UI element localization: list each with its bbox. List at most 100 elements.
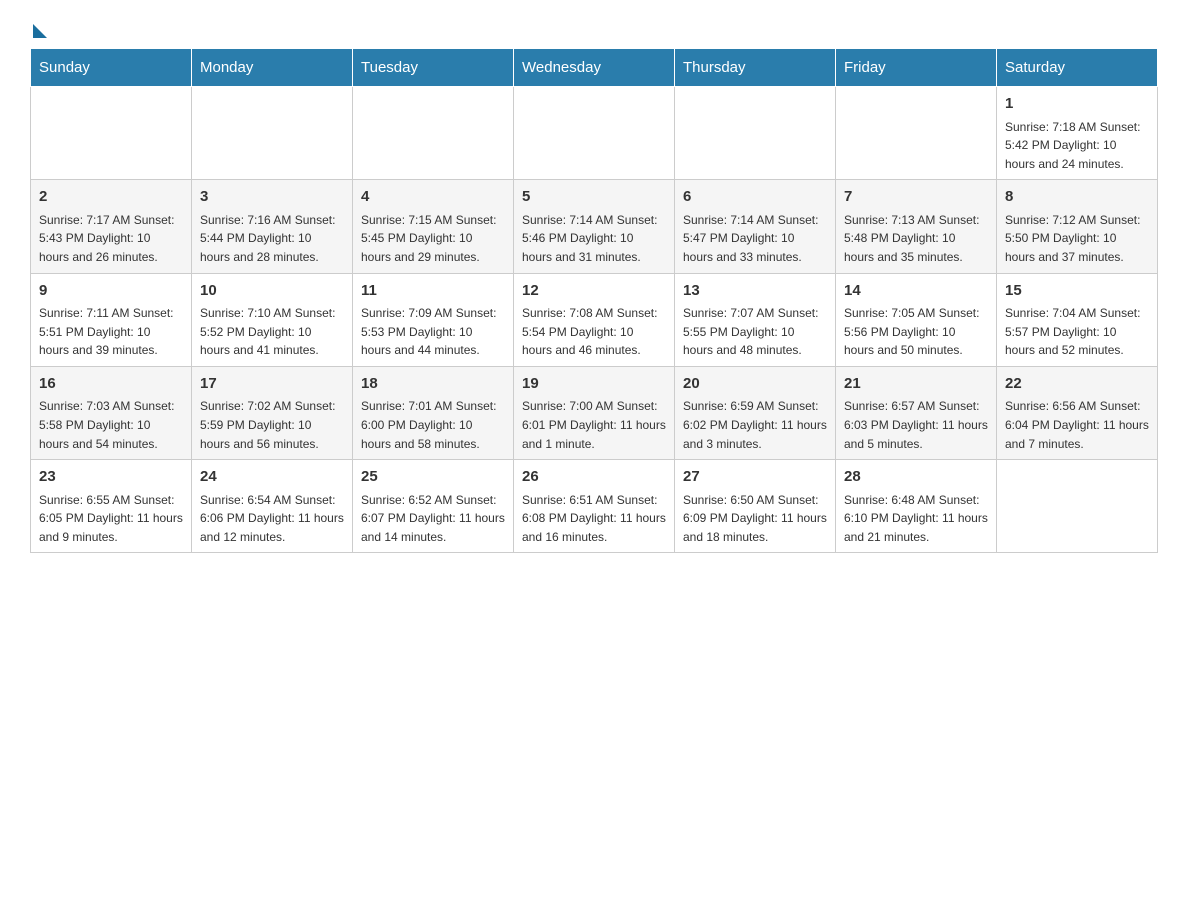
weekday-header-row: SundayMondayTuesdayWednesdayThursdayFrid… <box>31 49 1158 87</box>
day-info: Sunrise: 6:51 AM Sunset: 6:08 PM Dayligh… <box>522 491 666 547</box>
day-number: 3 <box>200 186 344 209</box>
weekday-header-saturday: Saturday <box>997 49 1158 87</box>
calendar-cell: 23Sunrise: 6:55 AM Sunset: 6:05 PM Dayli… <box>31 460 192 553</box>
day-number: 6 <box>683 186 827 209</box>
day-info: Sunrise: 6:48 AM Sunset: 6:10 PM Dayligh… <box>844 491 988 547</box>
logo <box>30 20 47 38</box>
day-info: Sunrise: 6:52 AM Sunset: 6:07 PM Dayligh… <box>361 491 505 547</box>
day-info: Sunrise: 7:04 AM Sunset: 5:57 PM Dayligh… <box>1005 304 1149 360</box>
calendar-cell <box>836 87 997 180</box>
day-number: 12 <box>522 280 666 303</box>
calendar-cell: 28Sunrise: 6:48 AM Sunset: 6:10 PM Dayli… <box>836 460 997 553</box>
day-info: Sunrise: 7:10 AM Sunset: 5:52 PM Dayligh… <box>200 304 344 360</box>
day-info: Sunrise: 6:56 AM Sunset: 6:04 PM Dayligh… <box>1005 397 1149 453</box>
day-info: Sunrise: 6:59 AM Sunset: 6:02 PM Dayligh… <box>683 397 827 453</box>
day-number: 20 <box>683 373 827 396</box>
calendar-cell: 9Sunrise: 7:11 AM Sunset: 5:51 PM Daylig… <box>31 273 192 366</box>
day-number: 1 <box>1005 93 1149 116</box>
calendar-week-row: 23Sunrise: 6:55 AM Sunset: 6:05 PM Dayli… <box>31 460 1158 553</box>
calendar-week-row: 2Sunrise: 7:17 AM Sunset: 5:43 PM Daylig… <box>31 180 1158 273</box>
day-number: 25 <box>361 466 505 489</box>
day-number: 27 <box>683 466 827 489</box>
calendar-cell: 21Sunrise: 6:57 AM Sunset: 6:03 PM Dayli… <box>836 366 997 459</box>
day-info: Sunrise: 6:50 AM Sunset: 6:09 PM Dayligh… <box>683 491 827 547</box>
calendar-cell: 3Sunrise: 7:16 AM Sunset: 5:44 PM Daylig… <box>192 180 353 273</box>
day-number: 15 <box>1005 280 1149 303</box>
calendar-cell: 11Sunrise: 7:09 AM Sunset: 5:53 PM Dayli… <box>353 273 514 366</box>
day-number: 9 <box>39 280 183 303</box>
day-number: 2 <box>39 186 183 209</box>
calendar-cell: 1Sunrise: 7:18 AM Sunset: 5:42 PM Daylig… <box>997 87 1158 180</box>
calendar-cell: 2Sunrise: 7:17 AM Sunset: 5:43 PM Daylig… <box>31 180 192 273</box>
calendar-cell <box>675 87 836 180</box>
weekday-header-thursday: Thursday <box>675 49 836 87</box>
calendar-cell: 16Sunrise: 7:03 AM Sunset: 5:58 PM Dayli… <box>31 366 192 459</box>
day-info: Sunrise: 7:13 AM Sunset: 5:48 PM Dayligh… <box>844 211 988 267</box>
day-number: 21 <box>844 373 988 396</box>
day-info: Sunrise: 7:16 AM Sunset: 5:44 PM Dayligh… <box>200 211 344 267</box>
day-number: 10 <box>200 280 344 303</box>
calendar-cell: 12Sunrise: 7:08 AM Sunset: 5:54 PM Dayli… <box>514 273 675 366</box>
day-info: Sunrise: 7:11 AM Sunset: 5:51 PM Dayligh… <box>39 304 183 360</box>
calendar-cell: 18Sunrise: 7:01 AM Sunset: 6:00 PM Dayli… <box>353 366 514 459</box>
day-number: 11 <box>361 280 505 303</box>
day-number: 5 <box>522 186 666 209</box>
day-number: 22 <box>1005 373 1149 396</box>
day-info: Sunrise: 7:07 AM Sunset: 5:55 PM Dayligh… <box>683 304 827 360</box>
day-number: 28 <box>844 466 988 489</box>
day-info: Sunrise: 7:03 AM Sunset: 5:58 PM Dayligh… <box>39 397 183 453</box>
calendar-cell <box>514 87 675 180</box>
day-number: 17 <box>200 373 344 396</box>
day-info: Sunrise: 7:18 AM Sunset: 5:42 PM Dayligh… <box>1005 118 1149 174</box>
weekday-header-friday: Friday <box>836 49 997 87</box>
calendar-cell <box>997 460 1158 553</box>
day-info: Sunrise: 7:05 AM Sunset: 5:56 PM Dayligh… <box>844 304 988 360</box>
day-number: 16 <box>39 373 183 396</box>
day-info: Sunrise: 7:08 AM Sunset: 5:54 PM Dayligh… <box>522 304 666 360</box>
calendar-cell: 7Sunrise: 7:13 AM Sunset: 5:48 PM Daylig… <box>836 180 997 273</box>
calendar-cell: 17Sunrise: 7:02 AM Sunset: 5:59 PM Dayli… <box>192 366 353 459</box>
calendar-cell: 13Sunrise: 7:07 AM Sunset: 5:55 PM Dayli… <box>675 273 836 366</box>
calendar-week-row: 16Sunrise: 7:03 AM Sunset: 5:58 PM Dayli… <box>31 366 1158 459</box>
day-info: Sunrise: 6:55 AM Sunset: 6:05 PM Dayligh… <box>39 491 183 547</box>
day-info: Sunrise: 7:00 AM Sunset: 6:01 PM Dayligh… <box>522 397 666 453</box>
day-number: 13 <box>683 280 827 303</box>
calendar-cell <box>192 87 353 180</box>
calendar-cell: 15Sunrise: 7:04 AM Sunset: 5:57 PM Dayli… <box>997 273 1158 366</box>
day-info: Sunrise: 7:14 AM Sunset: 5:46 PM Dayligh… <box>522 211 666 267</box>
day-info: Sunrise: 7:15 AM Sunset: 5:45 PM Dayligh… <box>361 211 505 267</box>
calendar-cell: 10Sunrise: 7:10 AM Sunset: 5:52 PM Dayli… <box>192 273 353 366</box>
day-number: 23 <box>39 466 183 489</box>
day-number: 4 <box>361 186 505 209</box>
calendar-cell: 4Sunrise: 7:15 AM Sunset: 5:45 PM Daylig… <box>353 180 514 273</box>
calendar-week-row: 1Sunrise: 7:18 AM Sunset: 5:42 PM Daylig… <box>31 87 1158 180</box>
weekday-header-sunday: Sunday <box>31 49 192 87</box>
calendar-cell: 5Sunrise: 7:14 AM Sunset: 5:46 PM Daylig… <box>514 180 675 273</box>
day-info: Sunrise: 7:17 AM Sunset: 5:43 PM Dayligh… <box>39 211 183 267</box>
day-number: 14 <box>844 280 988 303</box>
calendar-cell: 14Sunrise: 7:05 AM Sunset: 5:56 PM Dayli… <box>836 273 997 366</box>
weekday-header-wednesday: Wednesday <box>514 49 675 87</box>
day-info: Sunrise: 7:01 AM Sunset: 6:00 PM Dayligh… <box>361 397 505 453</box>
calendar-cell: 8Sunrise: 7:12 AM Sunset: 5:50 PM Daylig… <box>997 180 1158 273</box>
calendar-cell: 20Sunrise: 6:59 AM Sunset: 6:02 PM Dayli… <box>675 366 836 459</box>
day-info: Sunrise: 7:09 AM Sunset: 5:53 PM Dayligh… <box>361 304 505 360</box>
day-info: Sunrise: 7:12 AM Sunset: 5:50 PM Dayligh… <box>1005 211 1149 267</box>
calendar-table: SundayMondayTuesdayWednesdayThursdayFrid… <box>30 48 1158 553</box>
day-info: Sunrise: 7:14 AM Sunset: 5:47 PM Dayligh… <box>683 211 827 267</box>
calendar-cell: 6Sunrise: 7:14 AM Sunset: 5:47 PM Daylig… <box>675 180 836 273</box>
day-number: 7 <box>844 186 988 209</box>
day-number: 8 <box>1005 186 1149 209</box>
calendar-cell <box>353 87 514 180</box>
day-number: 19 <box>522 373 666 396</box>
weekday-header-monday: Monday <box>192 49 353 87</box>
calendar-cell: 25Sunrise: 6:52 AM Sunset: 6:07 PM Dayli… <box>353 460 514 553</box>
logo-arrow-icon <box>33 24 47 38</box>
calendar-week-row: 9Sunrise: 7:11 AM Sunset: 5:51 PM Daylig… <box>31 273 1158 366</box>
calendar-cell: 26Sunrise: 6:51 AM Sunset: 6:08 PM Dayli… <box>514 460 675 553</box>
calendar-cell <box>31 87 192 180</box>
calendar-cell: 22Sunrise: 6:56 AM Sunset: 6:04 PM Dayli… <box>997 366 1158 459</box>
day-number: 24 <box>200 466 344 489</box>
day-info: Sunrise: 7:02 AM Sunset: 5:59 PM Dayligh… <box>200 397 344 453</box>
calendar-cell: 24Sunrise: 6:54 AM Sunset: 6:06 PM Dayli… <box>192 460 353 553</box>
